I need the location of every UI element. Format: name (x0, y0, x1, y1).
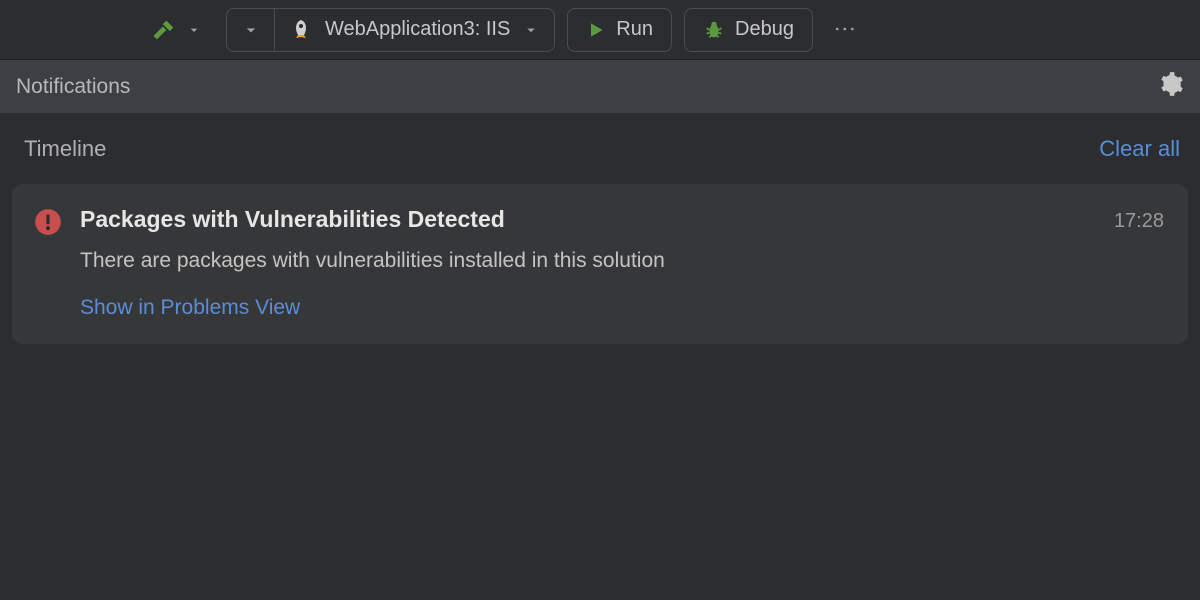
run-configuration-selector[interactable]: WebApplication3: IIS (274, 8, 555, 52)
timeline-label: Timeline (24, 136, 106, 162)
notifications-panel-header: Notifications (0, 60, 1200, 114)
notifications-settings-button[interactable] (1158, 71, 1184, 103)
chevron-down-icon (241, 20, 261, 40)
timeline-row: Timeline Clear all (0, 114, 1200, 178)
notification-message: There are packages with vulnerabilities … (80, 247, 1164, 274)
main-toolbar: WebApplication3: IIS Run Debug ⋮ (0, 0, 1200, 60)
hammer-icon (150, 16, 178, 44)
notification-title: Packages with Vulnerabilities Detected (80, 206, 505, 233)
rocket-icon (289, 18, 313, 42)
play-icon (586, 20, 606, 40)
clear-all-link[interactable]: Clear all (1099, 136, 1180, 162)
build-button[interactable] (140, 10, 212, 50)
notification-icon-wrap (34, 206, 62, 320)
gear-icon (1158, 71, 1184, 97)
run-config-label: WebApplication3: IIS (325, 18, 510, 41)
notification-time: 17:28 (1114, 210, 1164, 233)
error-icon (34, 208, 62, 236)
more-actions-button[interactable]: ⋮ (825, 8, 865, 52)
debug-label: Debug (735, 18, 794, 41)
notification-card[interactable]: Packages with Vulnerabilities Detected 1… (12, 184, 1188, 344)
run-button[interactable]: Run (567, 8, 672, 52)
run-label: Run (616, 18, 653, 41)
bug-icon (703, 19, 725, 41)
debug-button[interactable]: Debug (684, 8, 813, 52)
chevron-down-icon (186, 22, 202, 38)
notification-body: Packages with Vulnerabilities Detected 1… (80, 206, 1164, 320)
show-in-problems-link[interactable]: Show in Problems View (80, 296, 1164, 320)
run-history-button[interactable] (226, 8, 274, 52)
notification-head: Packages with Vulnerabilities Detected 1… (80, 206, 1164, 233)
chevron-down-icon (522, 21, 540, 39)
panel-title: Notifications (16, 75, 130, 99)
more-vertical-icon: ⋮ (832, 18, 858, 42)
